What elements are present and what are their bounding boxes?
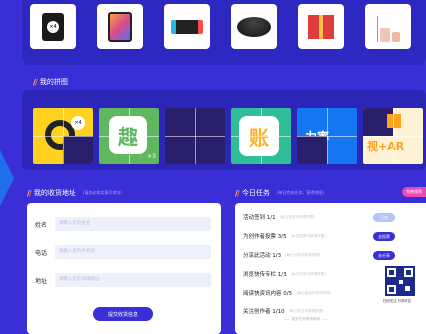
robot-vacuum-icon (237, 16, 271, 37)
slash-icon: // (27, 188, 32, 198)
prize-earbuds[interactable]: ×4 (30, 4, 76, 49)
tasks-panel: 活动签到 1/1 (每日签到可获得拼图) 已完 为创作者投票 3/5 (每日投票… (235, 203, 426, 334)
task-row: 关注创作者 1/10 (每日关注可获得拼图) (243, 307, 423, 316)
prize-aroma-diffuser[interactable] (365, 4, 411, 49)
puzzle-card-count: ×3 (147, 153, 156, 160)
tasks-note: (单日完成任务，获得拼图) (276, 190, 324, 195)
task-note: (每日投票可获得拼图) (290, 233, 326, 238)
prize-robot-vacuum[interactable] (231, 4, 277, 49)
gift-box-icon (308, 14, 334, 39)
task-row: 分享此活动 1/3 (每日分享可获得拼图) (243, 251, 423, 260)
earbuds-case-icon: ×4 (42, 12, 64, 41)
share-button[interactable]: 去分享 (373, 251, 395, 260)
phone-input[interactable]: 请输入您的手机号 (55, 245, 211, 259)
task-note: (每日签到可获得拼图) (279, 214, 315, 219)
address-row: 地址 请输入您的详细地址 (35, 273, 211, 287)
address-input[interactable]: 请输入您的详细地址 (55, 273, 211, 287)
task-name: 活动签到 1/1 (243, 215, 276, 221)
tasks-section-title: // 今日任务 (单日完成任务，获得拼图) (235, 188, 324, 198)
task-note: (每日阅读可获得拼图) (296, 290, 332, 295)
slash-icon: // (235, 188, 240, 198)
puzzle-card-text: 视+AR (367, 140, 405, 153)
task-name: 阅读快资讯内容 0/5 (243, 291, 293, 297)
task-note: (每日关注可获得拼图) (288, 308, 324, 313)
address-form: 姓名 请输入您的姓名 电话 请输入您的手机号 地址 请输入您的详细地址 提交收货… (27, 203, 221, 334)
puzzle-card-text: 趣 (118, 124, 138, 149)
task-name: 浏览快传专栏 1/3 (243, 272, 287, 278)
prize-gift-box[interactable] (298, 4, 344, 49)
task-row: 活动签到 1/1 (每日签到可获得拼图) (243, 213, 423, 222)
earbuds-badge: ×4 (47, 20, 59, 33)
puzzle-card-4[interactable]: 账 (231, 108, 291, 164)
slash-icon: // (33, 77, 38, 87)
name-row: 姓名 请输入您的姓名 (35, 217, 211, 231)
cube-icon (387, 114, 401, 128)
qr-caption: 扫码关注 分享好友 (383, 299, 412, 303)
puzzle-card-3[interactable] (165, 108, 225, 164)
tablet-icon (108, 11, 132, 42)
puzzle-row: ×4 趣 ×3 账 力率 视+AR (33, 108, 423, 164)
puzzle-title-text: 我的拼图 (39, 78, 68, 86)
puzzle-card-6[interactable]: 视+AR (363, 108, 423, 164)
task-done-button[interactable]: 已完 (373, 213, 395, 222)
address-section-title: // 我的收货地址 (请务必如实填写地址) (27, 188, 122, 198)
prize-row: ×4 (30, 4, 411, 49)
task-name: 分享此活动 1/3 (243, 253, 282, 259)
task-name: 为创作者投票 3/5 (243, 234, 287, 240)
tasks-footer: —— 更多任务敬请期待 —— (283, 317, 329, 321)
prize-tablet[interactable] (97, 4, 143, 49)
task-note: (每日分享可获得拼图) (285, 252, 321, 257)
tasks-title-text: 今日任务 (241, 189, 270, 197)
phone-row: 电话 请输入您的手机号 (35, 245, 211, 259)
puzzle-card-2[interactable]: 趣 ×3 (99, 108, 159, 164)
puzzle-card-1[interactable]: ×4 (33, 108, 93, 164)
puzzle-section-title: // 我的拼图 (33, 77, 68, 87)
qr-code-icon (385, 266, 415, 296)
prize-game-console[interactable] (164, 4, 210, 49)
left-arrow-icon[interactable] (0, 150, 14, 206)
puzzle-card-badge: ×4 (71, 116, 85, 130)
vote-button[interactable]: 去投票 (373, 232, 395, 241)
address-title-text: 我的收货地址 (33, 189, 76, 197)
name-input[interactable]: 请输入您的姓名 (55, 217, 211, 231)
name-label: 姓名 (35, 221, 48, 229)
submit-address-button[interactable]: 提交收货信息 (93, 307, 153, 321)
puzzle-card-5[interactable]: 力率 (297, 108, 357, 164)
phone-label: 电话 (35, 249, 48, 257)
task-row: 为创作者投票 3/5 (每日投票可获得拼图) (243, 232, 423, 241)
game-console-icon (171, 19, 203, 34)
aroma-diffuser-icon (376, 12, 400, 42)
task-name: 关注创作者 1/10 (243, 309, 285, 315)
task-note: (每日浏览可获得拼图) (290, 271, 326, 276)
address-note: (请务必如实填写地址) (82, 190, 122, 195)
rules-button[interactable]: 完善规则 (402, 187, 426, 197)
address-label: 地址 (35, 277, 48, 285)
